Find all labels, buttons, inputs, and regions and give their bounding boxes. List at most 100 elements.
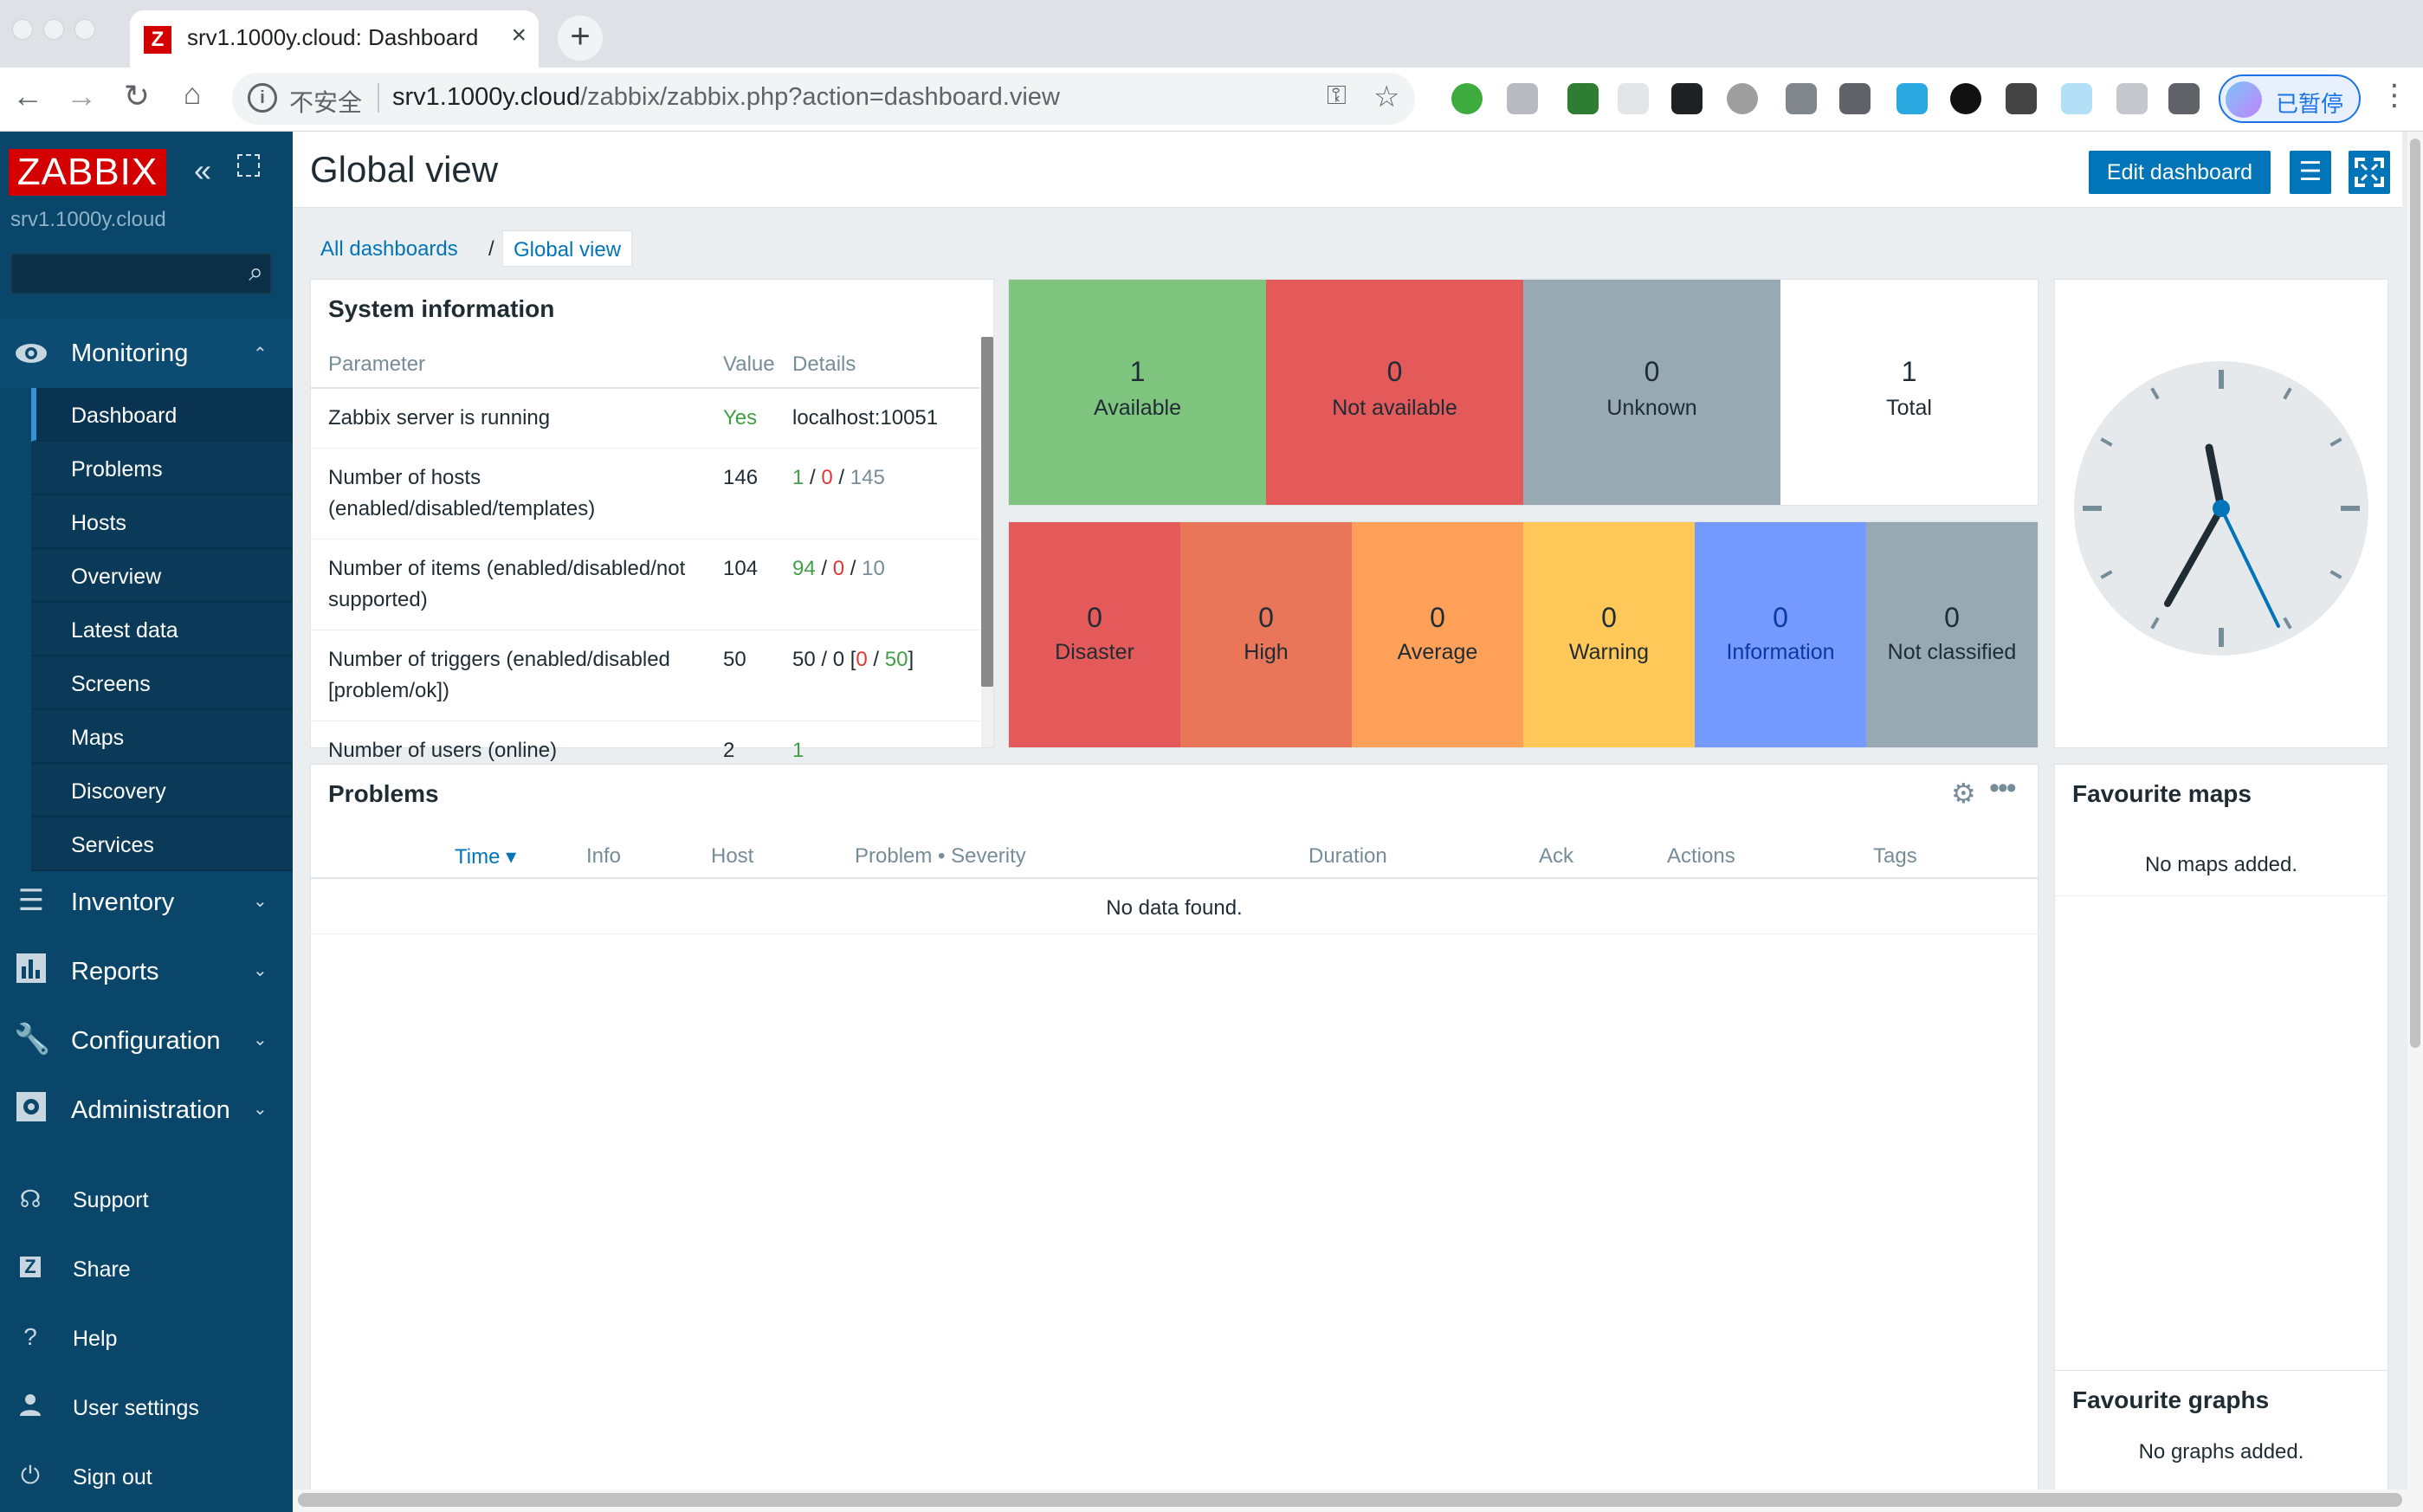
severity-not-classified[interactable]: 0 Not classified (1866, 522, 2038, 747)
scrollbar-thumb[interactable] (981, 337, 993, 687)
sidebar-item-hosts[interactable]: Hosts (31, 495, 293, 549)
key-icon[interactable]: ⚿ (1327, 81, 1347, 111)
host-availability-total[interactable]: 1 Total (1780, 280, 2038, 505)
media-extension-icon[interactable] (1950, 83, 1981, 114)
reload-icon[interactable]: ↻ (116, 78, 158, 114)
sidebar-item-sign-out[interactable]: ⏻ Sign out (0, 1446, 293, 1507)
sidebar-section-reports[interactable]: Reports ⌄ (0, 937, 293, 1006)
sidebar-item-services[interactable]: Services (31, 817, 293, 871)
severity-warning[interactable]: 0 Warning (1523, 522, 1695, 747)
details-cell: localhost:10051 (792, 388, 979, 449)
page-horizontal-scrollbar-thumb[interactable] (298, 1493, 2402, 1507)
forward-icon[interactable]: → (61, 78, 102, 114)
window-close-button[interactable] (12, 19, 33, 40)
new-tab-button[interactable]: + (558, 16, 603, 61)
window-maximize-button[interactable] (74, 19, 95, 40)
antenna-extension-icon[interactable] (2006, 83, 2037, 114)
address-bar[interactable]: i 不安全 srv1.1000y.cloud/zabbix/zabbix.php… (232, 73, 1415, 125)
sidebar-item-help[interactable]: ? Help (0, 1308, 293, 1368)
green-dot-extension-icon[interactable] (1727, 83, 1758, 114)
column-header-tags: Tags (1873, 844, 1917, 868)
column-header-ack: Ack (1539, 844, 1574, 868)
system-information-table: Parameter Value Details Zabbix server is… (311, 344, 979, 781)
column-header: Parameter (311, 344, 723, 389)
label: Average (1397, 640, 1478, 664)
evernote-extension-icon[interactable] (1451, 83, 1483, 114)
gear-icon[interactable]: ⚙ (1951, 777, 1976, 810)
sidebar-item-support[interactable]: ☊ Support (0, 1169, 293, 1230)
share-icon: Z (17, 1256, 43, 1278)
folder-extension-icon[interactable] (2116, 83, 2148, 114)
profile-button[interactable]: 已暂停 (2219, 74, 2361, 123)
details-suffix: ] (908, 648, 914, 671)
home-icon[interactable]: ⌂ (171, 78, 213, 112)
host-availability-available[interactable]: 1 Available (1009, 280, 1266, 505)
edit-dashboard-button[interactable]: Edit dashboard (2089, 151, 2271, 194)
widget-title: Favourite graphs (2072, 1386, 2270, 1413)
screen-capture-extension-icon[interactable] (1896, 83, 1928, 114)
severity-disaster[interactable]: 0 Disaster (1009, 522, 1180, 747)
host-availability-unknown[interactable]: 0 Unknown (1523, 280, 1780, 505)
tampermonkey-extension-icon[interactable] (1671, 83, 1703, 114)
search-icon[interactable]: ⌕ (249, 258, 263, 288)
cloud-blue-extension-icon[interactable] (2061, 83, 2092, 114)
puzzle-extensions-icon[interactable] (2168, 83, 2200, 114)
sidebar-item-problems[interactable]: Problems (31, 442, 293, 495)
url-separator (378, 83, 379, 113)
sidebar-section-inventory[interactable]: ☰ Inventory ⌄ (0, 868, 293, 937)
sidebar-item-latest-data[interactable]: Latest data (31, 603, 293, 656)
search-input[interactable] (12, 255, 237, 293)
sidebar-section-monitoring[interactable]: Monitoring ⌃ (0, 319, 293, 388)
power-icon: ⏻ (20, 1462, 41, 1489)
more-options-icon[interactable]: ••• (1989, 772, 2017, 805)
breadcrumb-current[interactable]: Global view (502, 230, 633, 267)
fullscreen-icon[interactable] (2349, 151, 2390, 194)
host-availability-not-available[interactable]: 0 Not available (1266, 280, 1523, 505)
column-header-problem[interactable]: Problem • Severity (855, 844, 1026, 869)
bookmark-star-icon[interactable]: ☆ (1373, 80, 1399, 114)
translate-extension-icon[interactable] (1567, 83, 1599, 114)
count: 0 (1258, 602, 1274, 633)
wrench-icon: 🔧 (14, 1023, 51, 1056)
sidebar-item-user-settings[interactable]: User settings (0, 1377, 293, 1438)
gitzip-extension-icon[interactable] (1839, 83, 1871, 114)
cloud-extension-icon[interactable] (1618, 83, 1649, 114)
kiosk-mode-icon[interactable] (237, 154, 260, 177)
value-cell: Yes (723, 388, 792, 449)
count: 0 (1944, 602, 1960, 633)
page-vertical-scrollbar-thumb[interactable] (2410, 139, 2420, 1048)
sidebar-item-share[interactable]: Z Share (0, 1238, 293, 1299)
severity-high[interactable]: 0 High (1180, 522, 1352, 747)
sidebar-section-administration[interactable]: Administration ⌄ (0, 1076, 293, 1145)
sidebar-section-label: Configuration (71, 1027, 221, 1055)
sidebar-item-maps[interactable]: Maps (31, 710, 293, 764)
column-header-host[interactable]: Host (711, 844, 753, 869)
actions-menu-icon[interactable]: ☰ (2290, 151, 2331, 194)
sidebar-item-discovery[interactable]: Discovery (31, 764, 293, 817)
zabbix-logo[interactable]: ZABBIX (9, 149, 166, 196)
zabbix-favicon-icon: Z (144, 26, 171, 54)
breadcrumb-all-dashboards[interactable]: All dashboards (320, 237, 458, 262)
collapse-sidebar-icon[interactable]: « (194, 152, 211, 189)
download-extension-icon[interactable] (1507, 83, 1538, 114)
severity-average[interactable]: 0 Average (1352, 522, 1523, 747)
window-minimize-button[interactable] (43, 19, 64, 40)
tab-close-icon[interactable]: × (511, 21, 527, 50)
severity-information[interactable]: 0 Information (1695, 522, 1866, 747)
back-icon[interactable]: ← (7, 78, 48, 114)
sidebar-item-dashboard[interactable]: Dashboard (31, 388, 293, 442)
label: Information (1726, 640, 1835, 664)
browser-menu-icon[interactable]: ⋮ (2380, 78, 2409, 113)
browser-tab[interactable]: Z srv1.1000y.cloud: Dashboard × (130, 10, 539, 68)
question-extension-icon[interactable] (1786, 83, 1817, 114)
sidebar-item-screens[interactable]: Screens (31, 656, 293, 710)
sidebar-item-overview[interactable]: Overview (31, 549, 293, 603)
sidebar-section-label: Monitoring (71, 339, 189, 367)
chevron-down-icon: ⌄ (253, 892, 268, 911)
sidebar-section-configuration[interactable]: 🔧 Configuration ⌄ (0, 1006, 293, 1076)
help-icon: ? (23, 1323, 37, 1350)
ok-count: 50 (884, 648, 908, 671)
column-header-time[interactable]: Time ▾ (455, 844, 516, 869)
info-icon[interactable]: i (248, 83, 277, 113)
url-text[interactable]: srv1.1000y.cloud/zabbix/zabbix.php?actio… (392, 83, 1060, 112)
